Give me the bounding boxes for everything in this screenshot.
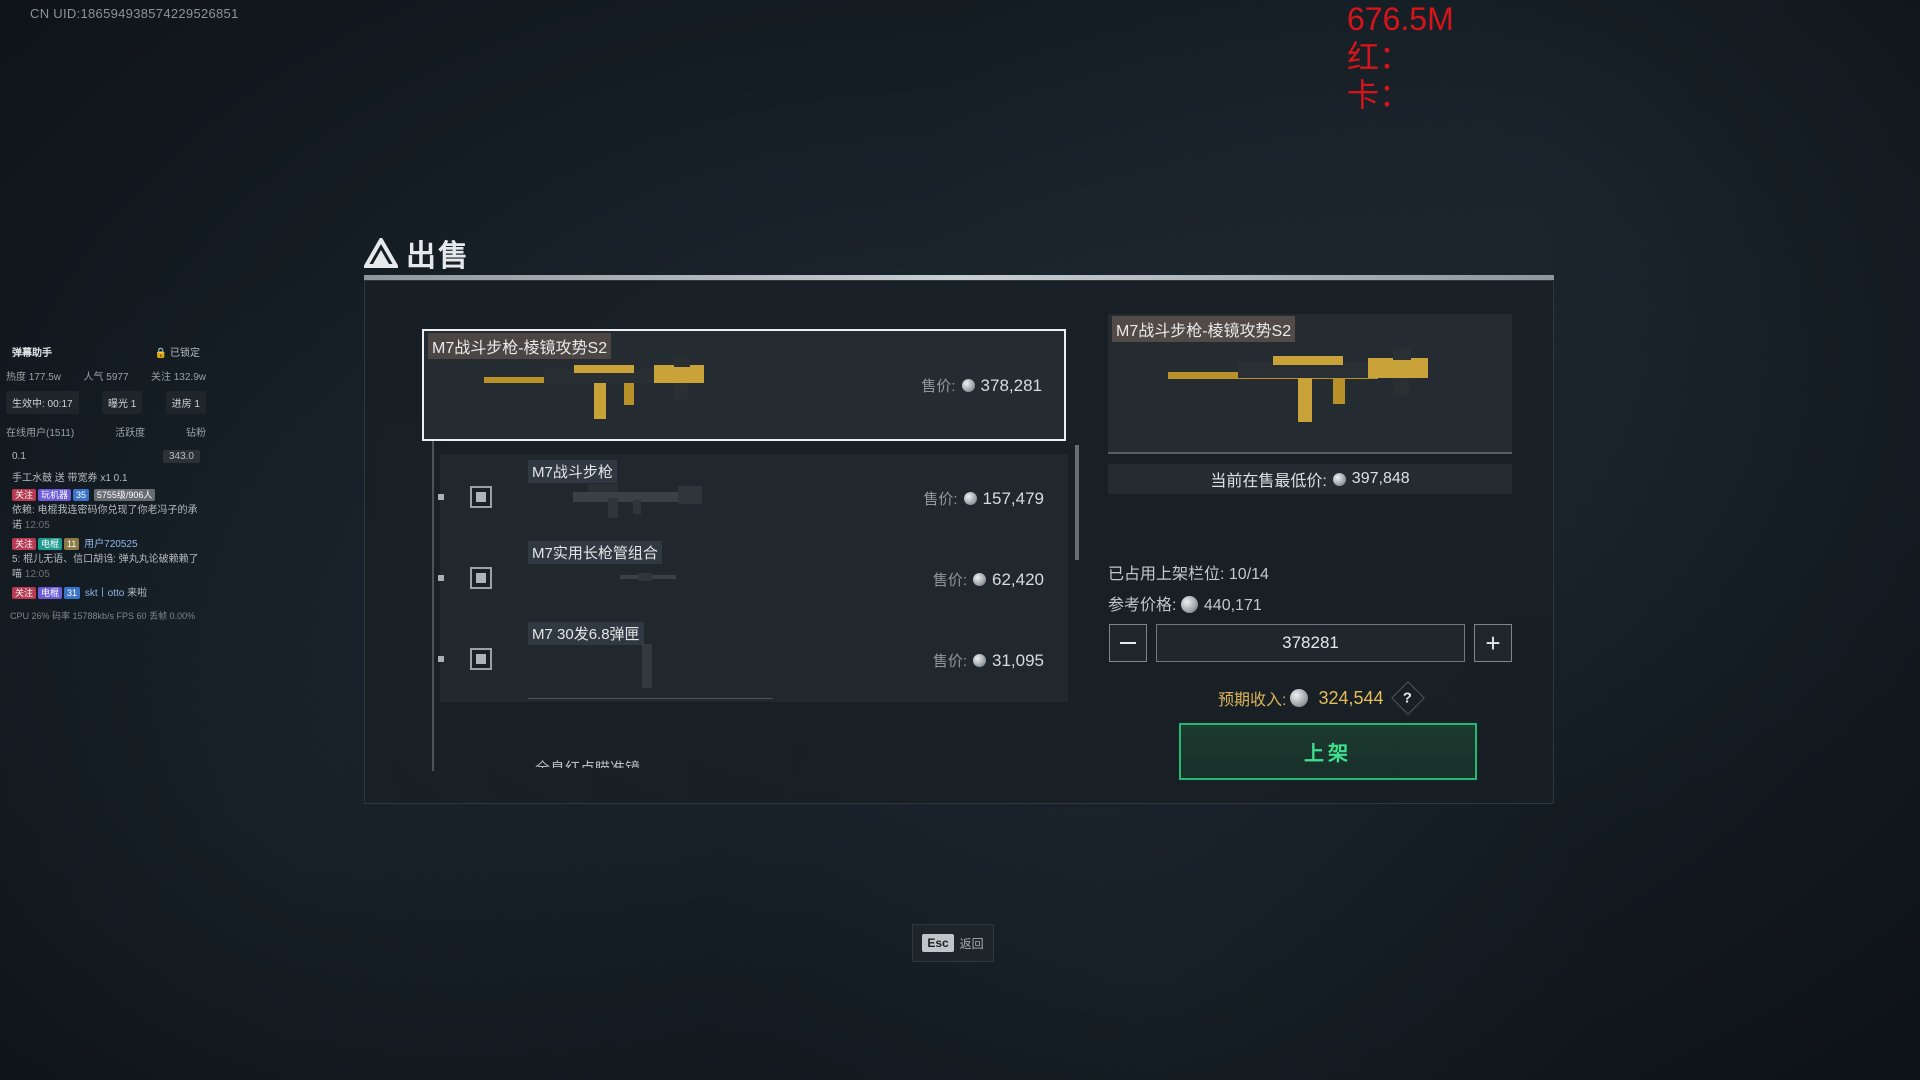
overlay-red-label: 红：: [1347, 39, 1412, 75]
help-icon[interactable]: ?: [1390, 681, 1425, 715]
stream-overlay: 676.5M 红： 卡：: [1347, 0, 1454, 114]
decrease-price-button[interactable]: [1109, 624, 1147, 662]
overlay-value: 676.5M: [1347, 1, 1454, 37]
item-checkbox[interactable]: [470, 486, 492, 508]
tree-node-marker: [438, 575, 444, 581]
item-name: M7战斗步枪: [528, 460, 617, 483]
minus-icon: [1120, 642, 1136, 644]
list-item[interactable]: M7战斗步枪 售价: 157,479: [438, 454, 1068, 540]
exposure-button[interactable]: 曝光 1: [101, 390, 143, 414]
stats-row: 热度 177.5w 人气 5977 关注 132.9w: [6, 371, 206, 383]
gift-line: 手工水鼓 送 带宽券 x1 0.1: [12, 472, 128, 484]
coin-icon: [963, 492, 977, 505]
active-timer-button[interactable]: 生效中: 00:17: [6, 390, 79, 414]
list-item[interactable]: M7 30发6.8弹匣 售价: 31,095: [438, 616, 1068, 702]
back-button[interactable]: Esc 返回: [912, 924, 994, 962]
expected-income: 预期收入: 324,544 ?: [1218, 681, 1425, 715]
reference-price: 参考价格: 440,171: [1108, 596, 1262, 614]
coin-icon: [961, 379, 975, 392]
assistant-title: 弹幕助手: [12, 347, 52, 359]
item-checkbox[interactable]: [470, 567, 492, 589]
plus-icon: +: [1485, 627, 1501, 658]
dialog-header: 出售: [364, 233, 470, 273]
coin-balance: 343.0: [162, 449, 200, 463]
item-name: M7实用长枪管组合: [528, 541, 662, 564]
chat-message: 关注 电棍 11 用户720525 5: 棍儿无语、信口胡诌: 弹丸丸论破赖赖了喵 …: [12, 538, 199, 580]
item-name: M7 30发6.8弹匣: [528, 622, 644, 645]
coin-icon: [1332, 472, 1346, 486]
item-price: 售价: 62,420: [932, 570, 1044, 589]
tab-activity[interactable]: 活跃度: [115, 424, 145, 439]
coin-icon: [1290, 689, 1309, 707]
item-checkbox[interactable]: [470, 648, 492, 670]
lock-toggle[interactable]: 🔒 已锁定: [155, 344, 200, 359]
coin-icon: [973, 573, 986, 586]
assistant-header: 弹幕助手 🔒 已锁定: [6, 340, 206, 362]
overlay-card-label: 卡：: [1347, 77, 1412, 113]
list-for-sale-button[interactable]: 上架: [1179, 723, 1477, 780]
gold-rifle-image: [484, 357, 704, 419]
preview-rifle-image: [1168, 348, 1428, 422]
chat-message: 关注 玩机器 35 5755级/906人 依赖: 电棍我连密码你兑现了你老冯子的承诺…: [12, 489, 198, 531]
coin-icon: [973, 654, 986, 667]
chat-message: 关注 电棍 31 skt丨otto 来啦: [6, 584, 206, 603]
danmaku-assistant-panel: 弹幕助手 🔒 已锁定 热度 177.5w 人气 5977 关注 132.9w 生…: [6, 340, 206, 628]
increase-price-button[interactable]: +: [1474, 624, 1512, 662]
uid-label: CN UID:1865949385742295268​51: [30, 6, 239, 21]
back-label: 返回: [959, 936, 984, 951]
performance-stats: CPU 26% 码率 15788kb/s FPS 60 丢帧 0.00%: [10, 611, 196, 621]
coin-icon: [1180, 596, 1198, 613]
status-buttons: 生效中: 00:17 曝光 1 进房 1: [6, 388, 206, 416]
dialog-title: 出售: [406, 240, 470, 273]
selected-item[interactable]: M7战斗步枪-棱镜攻势S2 售价: 378,281: [422, 329, 1066, 441]
tree-connector: [432, 441, 434, 771]
tree-node-marker: [438, 494, 444, 500]
item-price: 售价: 31,095: [932, 651, 1044, 670]
delta-logo-icon: [364, 238, 398, 268]
partial-item-name: 全息红点瞄准镜: [535, 760, 640, 768]
selected-item-price: 售价: 378,281: [921, 376, 1042, 395]
list-item[interactable]: M7实用长枪管组合 售价: 62,420: [438, 535, 1068, 621]
listing-slots: 已占用上架栏位: 10/14: [1108, 566, 1269, 583]
tree-node-marker: [438, 656, 444, 662]
assistant-tabs: 在线用户(1511) 活跃度 钻粉: [6, 416, 206, 446]
lock-icon: 🔒: [154, 347, 168, 359]
coin-row: 0.1 343.0: [6, 446, 206, 466]
item-preview: M7战斗步枪-棱镜攻势S2: [1108, 314, 1512, 454]
list-scrollbar[interactable]: [1075, 445, 1079, 560]
tab-diamond-fans[interactable]: 钻粉: [186, 424, 206, 439]
item-price: 售价: 157,479: [923, 489, 1044, 508]
enter-room-button[interactable]: 进房 1: [165, 390, 206, 414]
esc-key-icon: Esc: [922, 934, 954, 952]
price-input[interactable]: [1156, 624, 1465, 662]
lowest-price-row: 当前在售最低价: 397,848: [1108, 464, 1512, 494]
tab-online-users[interactable]: 在线用户(1511): [6, 424, 74, 439]
